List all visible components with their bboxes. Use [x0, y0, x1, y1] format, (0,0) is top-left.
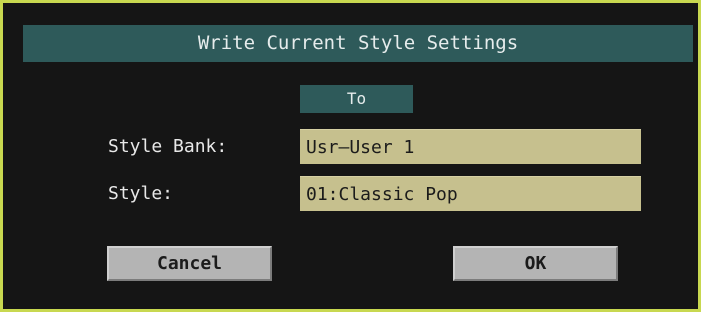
write-style-dialog: Write Current Style Settings To Style Ba…	[3, 3, 698, 309]
dialog-title: Write Current Style Settings	[23, 25, 693, 62]
ok-button[interactable]: OK	[453, 246, 618, 281]
style-bank-label: Style Bank:	[108, 136, 228, 157]
to-label: To	[300, 85, 413, 113]
cancel-button[interactable]: Cancel	[107, 246, 272, 281]
style-field[interactable]: 01:Classic Pop	[300, 176, 641, 211]
style-label: Style:	[108, 183, 174, 204]
style-bank-field[interactable]: Usr—User 1	[300, 129, 641, 164]
